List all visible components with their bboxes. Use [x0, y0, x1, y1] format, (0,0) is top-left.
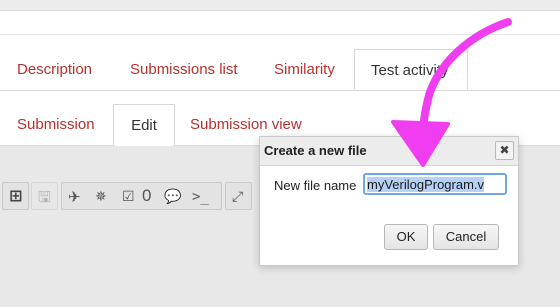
floppy-disk-icon: 🖫: [38, 188, 51, 206]
cancel-button[interactable]: Cancel: [433, 224, 499, 250]
create-file-dialog: Create a new file ✖ New file name myVeri…: [259, 136, 519, 266]
fullscreen-button[interactable]: ⤢: [225, 182, 252, 210]
save-button[interactable]: 🖫: [31, 182, 58, 210]
action-button-group: ✈ ✵ ☑ 0 💬 >_: [61, 182, 222, 210]
dialog-titlebar: Create a new file ✖: [260, 137, 518, 166]
tab-test-activity[interactable]: Test activity: [354, 49, 468, 90]
tab-similarity[interactable]: Similarity: [274, 49, 335, 89]
close-icon[interactable]: ✖: [495, 141, 514, 160]
tab-submissions-list[interactable]: Submissions list: [130, 49, 238, 89]
tab-description[interactable]: Description: [17, 49, 92, 89]
ok-button[interactable]: OK: [384, 224, 428, 250]
bug-icon[interactable]: ✵: [95, 187, 107, 207]
terminal-icon[interactable]: >_: [192, 187, 209, 207]
file-name-label: New file name: [274, 178, 357, 193]
checkbox-icon[interactable]: ☑: [122, 187, 135, 207]
rocket-icon[interactable]: ✈: [68, 187, 81, 207]
tab-edit[interactable]: Edit: [113, 104, 175, 147]
tab-submission[interactable]: Submission: [17, 104, 95, 144]
comment-icon[interactable]: 💬: [164, 187, 181, 207]
add-file-button[interactable]: ⊞: [2, 182, 29, 210]
evaluation-count: 0: [142, 186, 152, 205]
dialog-title: Create a new file: [264, 143, 367, 158]
top-strip: [0, 0, 560, 11]
file-name-value: myVerilogProgram.v: [367, 177, 485, 192]
expand-arrows-icon: ⤢: [232, 189, 244, 205]
plus-icon: ⊞: [9, 186, 23, 205]
divider: [0, 34, 560, 35]
file-name-input[interactable]: myVerilogProgram.v: [363, 173, 507, 195]
main-tabs: Description Submissions list Similarity …: [0, 49, 560, 91]
